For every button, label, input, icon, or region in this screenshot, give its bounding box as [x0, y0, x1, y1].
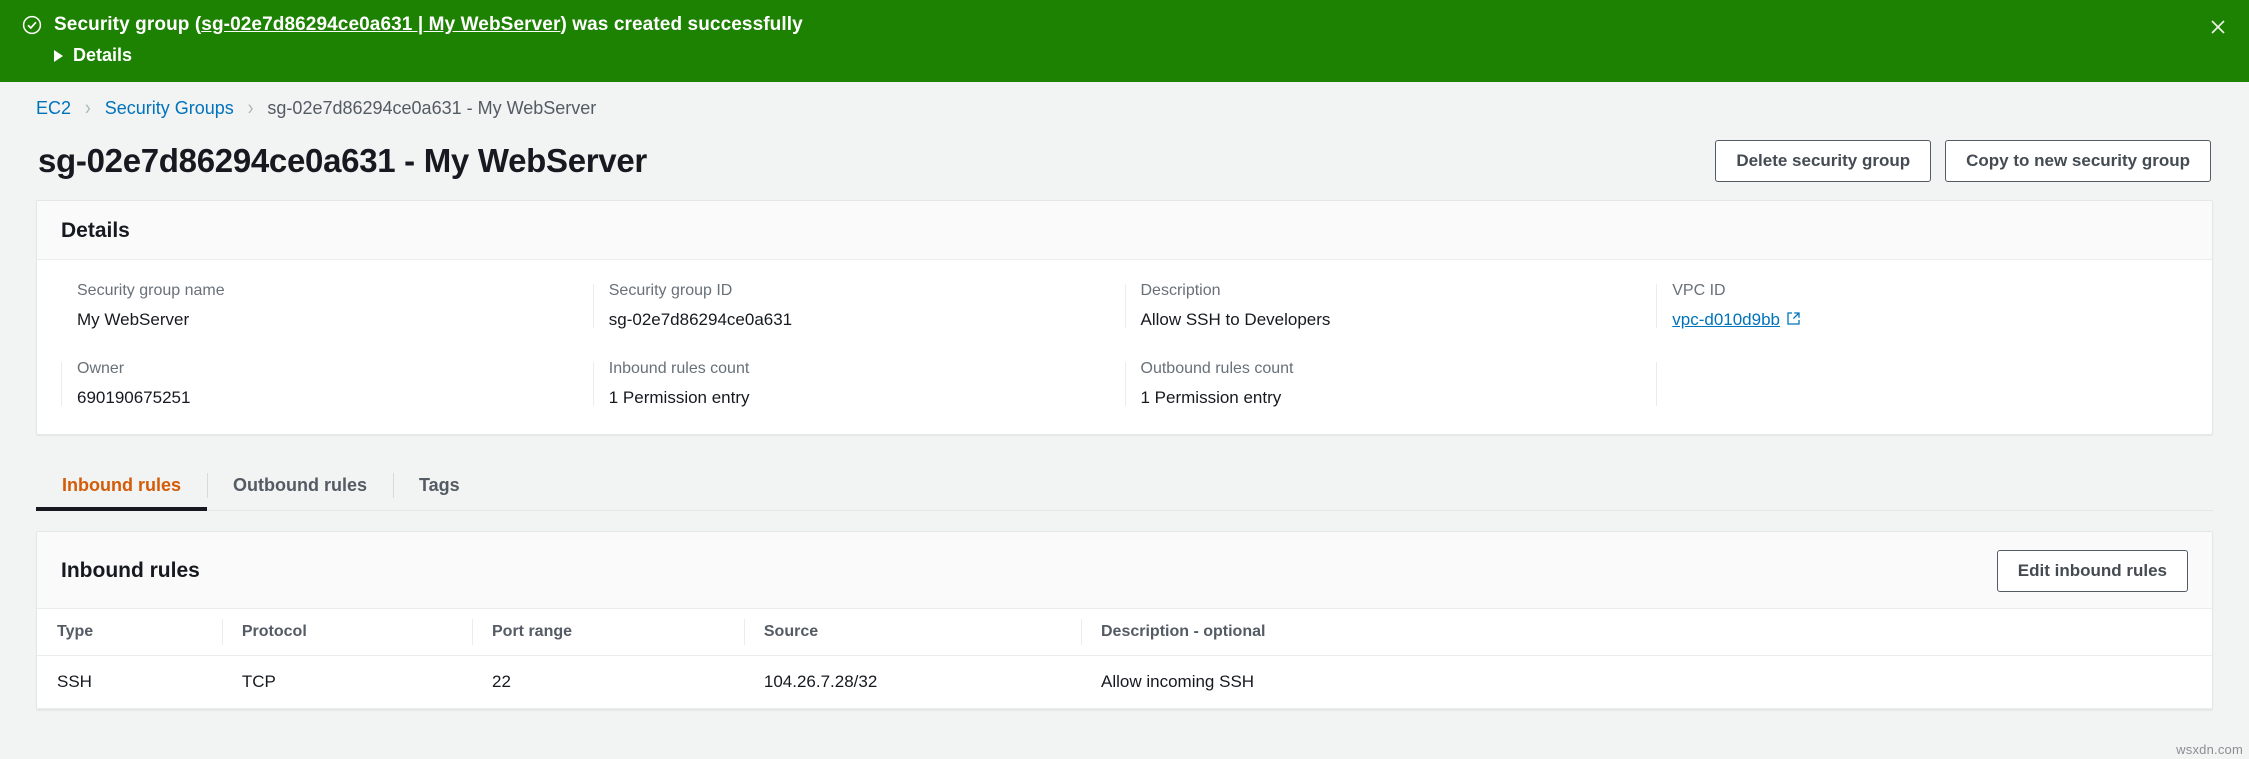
field-label: Security group name	[77, 282, 225, 299]
cell-port-range: 22	[472, 655, 744, 709]
field-label: Owner	[77, 360, 125, 377]
caret-right-icon	[54, 49, 63, 62]
field-value: 1 Permission entry	[1140, 388, 1282, 407]
column-header-description[interactable]: Description - optional	[1081, 609, 2212, 656]
field-value: My WebServer	[77, 310, 190, 329]
details-panel: Details Security group name My WebServer…	[36, 200, 2213, 435]
details-panel-header: Details	[37, 201, 2212, 260]
breadcrumb-item-security-groups[interactable]: Security Groups	[105, 98, 234, 119]
field-value: vpc-d010d9bb	[1672, 310, 1781, 329]
field-outbound-rules-count: Outbound rules count 1 Permission entry	[1124, 360, 1657, 408]
flash-details-toggle[interactable]: Details	[54, 45, 132, 66]
table-header: Type Protocol Port range Source Descript…	[37, 609, 2212, 656]
field-vpc-id: VPC ID vpc-d010d9bb	[1656, 282, 2188, 330]
field-label: Outbound rules count	[1140, 360, 1294, 377]
external-link-icon	[1787, 310, 1800, 330]
field-description: Description Allow SSH to Developers	[1124, 282, 1657, 330]
flash-details-label: Details	[73, 45, 133, 65]
page-title: sg-02e7d86294ce0a631 - My WebServer	[38, 142, 647, 179]
field-owner: Owner 690190675251	[61, 360, 593, 408]
cell-description: Allow incoming SSH	[1081, 655, 2212, 709]
breadcrumb: EC2 › Security Groups › sg-02e7d86294ce0…	[0, 82, 2249, 134]
table-row[interactable]: SSH TCP 22 104.26.7.28/32 Allow incoming…	[37, 655, 2212, 709]
breadcrumb-item-ec2[interactable]: EC2	[36, 98, 71, 119]
column-header-port-range[interactable]: Port range	[472, 609, 744, 656]
flash-message: Security group (sg-02e7d86294ce0a631 | M…	[54, 14, 803, 36]
field-label: Inbound rules count	[608, 360, 750, 377]
tab-inbound-rules[interactable]: Inbound rules	[36, 461, 207, 511]
field-security-group-name: Security group name My WebServer	[61, 282, 593, 330]
details-panel-body: Security group name My WebServer Securit…	[37, 260, 2212, 434]
field-inbound-rules-count: Inbound rules count 1 Permission entry	[592, 360, 1125, 408]
breadcrumb-separator-icon: ›	[247, 95, 254, 120]
table-body: SSH TCP 22 104.26.7.28/32 Allow incoming…	[37, 655, 2212, 709]
page-header: sg-02e7d86294ce0a631 - My WebServer Dele…	[0, 134, 2249, 200]
watermark: wsxdn.com	[2176, 742, 2243, 757]
details-panel-title: Details	[61, 219, 130, 242]
field-value: 1 Permission entry	[608, 388, 750, 407]
inbound-rules-table: Type Protocol Port range Source Descript…	[37, 609, 2212, 709]
edit-inbound-rules-button[interactable]: Edit inbound rules	[1996, 550, 2188, 592]
field-value: 690190675251	[77, 388, 191, 407]
column-header-source[interactable]: Source	[743, 609, 1081, 656]
flash-message-prefix: Security group (	[54, 14, 202, 35]
tab-label: Inbound rules	[62, 475, 181, 495]
success-flash-banner: Security group (sg-02e7d86294ce0a631 | M…	[0, 0, 2249, 82]
breadcrumb-item-current: sg-02e7d86294ce0a631 - My WebServer	[267, 97, 597, 118]
field-value: sg-02e7d86294ce0a631	[608, 310, 793, 329]
field-security-group-id: Security group ID sg-02e7d86294ce0a631	[592, 282, 1125, 330]
flash-message-suffix: ) was created successfully	[560, 14, 803, 35]
inbound-rules-title: Inbound rules	[61, 559, 200, 582]
flash-security-group-link[interactable]: sg-02e7d86294ce0a631 | My WebServer	[201, 14, 560, 35]
cell-type: SSH	[37, 655, 222, 709]
field-label: VPC ID	[1672, 282, 1726, 299]
close-icon[interactable]	[2203, 12, 2233, 42]
copy-to-new-security-group-button[interactable]: Copy to new security group	[1945, 140, 2211, 182]
field-label: Security group ID	[608, 282, 733, 299]
cell-protocol: TCP	[221, 655, 472, 709]
field-value: Allow SSH to Developers	[1140, 310, 1331, 329]
field-label: Description	[1140, 282, 1221, 299]
field-empty	[1656, 360, 2188, 408]
column-header-type[interactable]: Type	[37, 609, 222, 656]
delete-security-group-button[interactable]: Delete security group	[1715, 140, 1932, 182]
tab-tags[interactable]: Tags	[393, 461, 486, 510]
cell-source: 104.26.7.28/32	[743, 655, 1081, 709]
breadcrumb-separator-icon: ›	[85, 95, 91, 120]
header-actions: Delete security group Copy to new securi…	[1715, 140, 2211, 182]
column-header-protocol[interactable]: Protocol	[221, 609, 472, 656]
tab-label: Outbound rules	[233, 475, 367, 495]
inbound-rules-panel-header: Inbound rules Edit inbound rules	[37, 532, 2212, 609]
tab-bar: Inbound rules Outbound rules Tags	[36, 461, 2213, 511]
table-header-row: Type Protocol Port range Source Descript…	[37, 609, 2212, 656]
tab-outbound-rules[interactable]: Outbound rules	[207, 461, 393, 510]
tab-label: Tags	[419, 475, 460, 495]
inbound-rules-panel: Inbound rules Edit inbound rules Type Pr…	[36, 531, 2213, 710]
vpc-id-link[interactable]: vpc-d010d9bb	[1672, 310, 1800, 330]
check-circle-icon	[22, 15, 42, 35]
details-grid: Security group name My WebServer Securit…	[61, 282, 2188, 408]
